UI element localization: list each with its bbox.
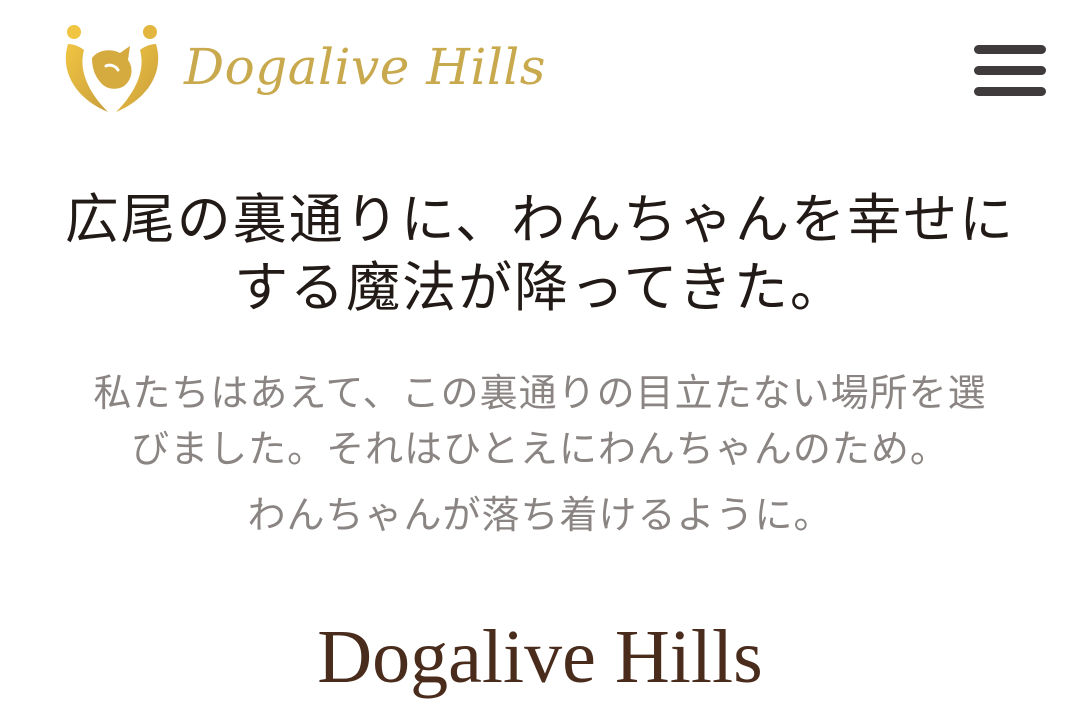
site-header: Dogalive Hills bbox=[0, 0, 1080, 140]
dog-heart-logo-icon bbox=[65, 25, 159, 112]
menu-bar-middle bbox=[974, 66, 1046, 75]
hero-headline-line2: する魔法が降ってきた。 bbox=[234, 256, 846, 319]
brand-section-heading: Dogalive Hills bbox=[317, 615, 763, 699]
hero-lead-paragraph: 私たちはあえて、この裏通りの目立たない場所を選 びました。それはひとえにわんちゃ… bbox=[30, 365, 1050, 477]
menu-bar-top bbox=[974, 45, 1046, 54]
site-logo[interactable]: Dogalive Hills bbox=[62, 20, 546, 114]
menu-bar-bottom bbox=[974, 87, 1046, 96]
hero-headline-line1: 広尾の裏通りに、わんちゃんを幸せに bbox=[64, 188, 1016, 251]
hero-lead-line2: びました。それはひとえにわんちゃんのため。 bbox=[131, 427, 949, 471]
logo-wordmark: Dogalive Hills bbox=[184, 38, 546, 96]
hero-lead-line1: 私たちはあえて、この裏通りの目立たない場所を選 bbox=[93, 371, 987, 415]
hero-headline: 広尾の裏通りに、わんちゃんを幸せに する魔法が降ってきた。 bbox=[30, 186, 1050, 322]
hamburger-menu-button[interactable] bbox=[970, 40, 1048, 100]
hero-sub-paragraph: わんちゃんが落ち着けるように。 bbox=[247, 493, 833, 537]
